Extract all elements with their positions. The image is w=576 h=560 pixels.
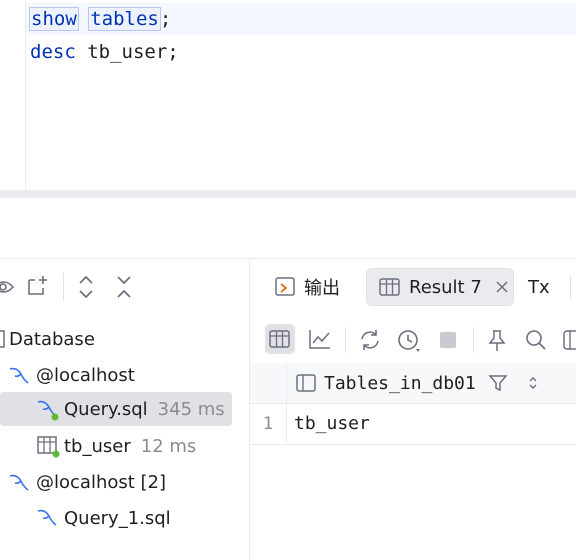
collapse-all-icon[interactable] — [114, 273, 134, 301]
mysql-dolphin-icon — [9, 474, 29, 491]
tree-item-database[interactable]: Database — [0, 322, 95, 356]
table-icon — [37, 436, 60, 458]
table-icon — [269, 330, 290, 348]
keyword-show: show — [29, 7, 79, 31]
table-icon — [379, 278, 400, 296]
tab-label: Tx — [528, 276, 550, 298]
table-view-button[interactable] — [265, 324, 295, 354]
tree-item-label: Query.sql — [64, 398, 148, 420]
execution-time: 12 ms — [140, 435, 197, 457]
pin-icon — [488, 330, 506, 351]
column-name: Tables_in_db01 — [324, 372, 476, 394]
tree-item-label: @localhost — [36, 364, 135, 386]
tab-tx[interactable]: Tx — [528, 269, 550, 305]
refresh-icon — [361, 330, 379, 350]
output-icon — [275, 277, 295, 296]
add-new-icon[interactable] — [26, 274, 50, 298]
search-icon — [526, 330, 546, 350]
code-line-2[interactable]: desc tb_user; — [30, 38, 179, 66]
row-number: 1 — [262, 414, 274, 434]
tree-item-label: Database — [9, 328, 95, 350]
code-line-1[interactable]: show tables; — [29, 5, 172, 33]
expand-all-icon[interactable] — [76, 273, 96, 301]
results-panel: 输出 Result 7 Tx Tables_in_db01 1 tb_user — [250, 258, 576, 560]
line-chart-icon — [309, 330, 330, 349]
mysql-console-icon — [37, 509, 57, 526]
execution-time: 345 ms — [157, 398, 225, 420]
services-panel: Database @localhost Query.sql 345 ms tb_… — [0, 258, 249, 560]
toolbar-divider — [63, 273, 64, 301]
stop-icon — [440, 332, 456, 348]
toolbar-divider — [345, 327, 346, 353]
sort-icon[interactable] — [528, 375, 538, 391]
code-rest: tb_user; — [75, 41, 179, 63]
more-button[interactable] — [558, 325, 576, 355]
tree-item-query-sql[interactable]: Query.sql 345 ms — [36, 392, 225, 426]
stop-button[interactable] — [433, 325, 463, 355]
column-header-tables-in-db01[interactable]: Tables_in_db01 — [296, 363, 538, 403]
editor-splitter[interactable] — [0, 190, 576, 198]
mysql-console-icon — [37, 400, 59, 421]
tree-item-query-1-sql[interactable]: Query_1.sql — [36, 501, 171, 535]
toolbar-divider — [570, 275, 571, 299]
tree-item-tb-user[interactable]: tb_user 12 ms — [36, 429, 196, 463]
toolbar-divider — [473, 327, 474, 353]
mysql-dolphin-icon — [9, 367, 29, 384]
filter-icon[interactable] — [488, 373, 508, 393]
table-row[interactable]: 1 tb_user — [250, 404, 576, 445]
panel-spacer — [0, 198, 576, 258]
tree-item-localhost[interactable]: @localhost — [8, 358, 135, 392]
cell-value[interactable]: tb_user — [294, 404, 370, 444]
tree-item-label: @localhost [2] — [36, 471, 167, 493]
database-folder-icon — [0, 330, 5, 348]
statement-terminator: ; — [159, 8, 172, 30]
tab-label: Result 7 — [409, 276, 482, 298]
tab-result[interactable]: Result 7 — [366, 268, 514, 306]
grid-header: Tables_in_db01 — [250, 363, 576, 404]
pin-button[interactable] — [482, 325, 512, 355]
tree-item-localhost-2[interactable]: @localhost [2] — [8, 465, 166, 499]
eye-icon[interactable] — [0, 276, 14, 298]
sql-editor[interactable]: show tables; desc tb_user; — [0, 0, 576, 190]
refresh-button[interactable] — [355, 325, 385, 355]
layout-icon — [563, 330, 576, 350]
close-icon[interactable] — [496, 281, 508, 293]
tree-item-label: tb_user — [64, 435, 131, 457]
column-separator — [286, 363, 287, 403]
column-icon — [296, 374, 316, 392]
tab-output[interactable]: 输出 — [274, 269, 340, 305]
clock-icon — [398, 330, 420, 352]
tab-label: 输出 — [304, 278, 340, 299]
chart-view-button[interactable] — [305, 324, 335, 354]
column-separator — [286, 404, 287, 444]
tree-item-label: Query_1.sql — [64, 507, 171, 529]
keyword-desc: desc — [30, 41, 76, 63]
gutter-divider — [25, 0, 26, 190]
history-button[interactable] — [394, 325, 424, 355]
search-button[interactable] — [521, 325, 551, 355]
keyword-tables: tables — [88, 7, 161, 31]
